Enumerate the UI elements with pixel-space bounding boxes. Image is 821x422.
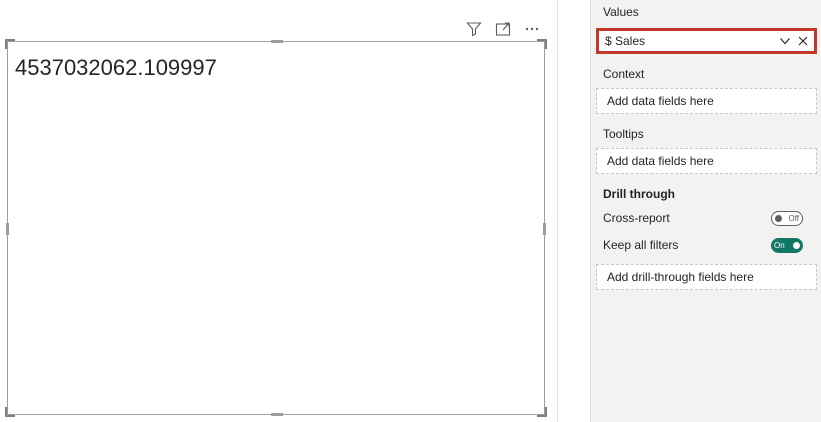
resize-handle-left[interactable] [6,223,9,235]
cross-report-state: Off [788,213,799,223]
resize-handle-bottom-right[interactable] [537,407,547,417]
resize-handle-top-left[interactable] [5,39,15,49]
toggle-knob [775,214,782,222]
cross-report-toggle[interactable]: Off [771,210,803,226]
context-label: Context [603,67,645,81]
values-label: Values [603,5,639,19]
tooltips-label: Tooltips [603,127,644,141]
values-field-sales[interactable]: $ Sales [596,28,817,54]
card-visual[interactable]: 4537032062.109997 [5,39,547,417]
toggle-knob [793,241,800,249]
resize-handle-top-right[interactable] [537,39,547,49]
drill-through-well[interactable]: Add drill-through fields here [596,264,817,290]
keep-all-filters-row: Keep all filters On [603,236,803,254]
cross-report-row: Cross-report Off [603,209,803,227]
resize-handle-right[interactable] [543,223,546,235]
chevron-down-icon[interactable] [778,34,792,48]
tooltips-well[interactable]: Add data fields here [596,148,817,174]
focus-mode-icon[interactable] [493,19,512,38]
card-value: 4537032062.109997 [15,55,217,80]
keep-all-filters-label: Keep all filters [603,238,679,252]
keep-all-filters-state: On [774,240,785,250]
values-field-label: $ Sales [605,34,646,48]
report-canvas: 4537032062.109997 [0,0,557,422]
visual-header-toolbar [464,19,541,38]
resize-handle-bottom[interactable] [271,413,283,416]
cross-report-label: Cross-report [603,211,670,225]
drill-through-heading: Drill through [603,187,675,201]
visualizations-fields-pane: Values $ Sales Context Add data fields h… [590,0,821,422]
pane-gutter [558,0,590,422]
resize-handle-bottom-left[interactable] [5,407,15,417]
keep-all-filters-toggle[interactable]: On [771,237,803,253]
close-icon[interactable] [796,34,810,48]
more-options-icon[interactable] [522,19,541,38]
resize-handle-top[interactable] [271,40,283,43]
filter-icon[interactable] [464,19,483,38]
context-well[interactable]: Add data fields here [596,88,817,114]
